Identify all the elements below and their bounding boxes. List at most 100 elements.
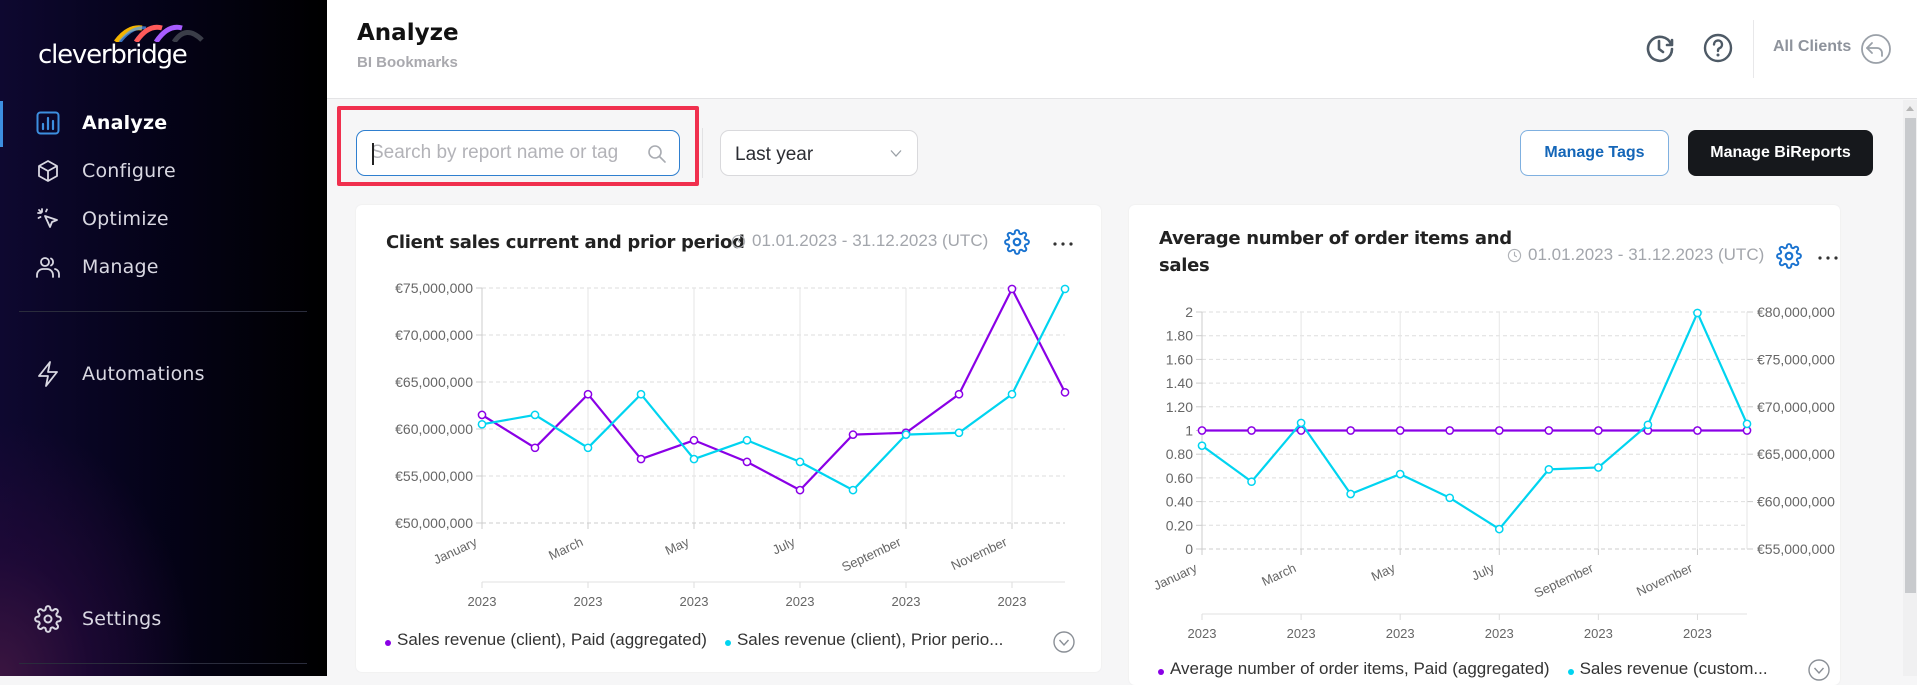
data-point [1247, 426, 1256, 435]
data-point [1494, 426, 1504, 435]
y-tick-label: €75,000,000 [395, 280, 473, 296]
y-tick-label: 0 [1185, 541, 1193, 557]
report-search-input[interactable] [356, 130, 680, 176]
y-tick-label: €50,000,000 [395, 515, 473, 531]
x-tick-label: March [1259, 560, 1298, 589]
data-point [1395, 469, 1405, 479]
page-title: Analyze [357, 20, 459, 46]
legend-item-prior[interactable]: Sales revenue (client), Prior perio... [724, 630, 1003, 650]
legend-expand-chevron-icon[interactable] [1053, 631, 1075, 653]
manage-bireports-button[interactable]: Manage BiReports [1688, 130, 1873, 176]
y-tick-label: 1.80 [1166, 328, 1193, 344]
y-tick-label: 0.40 [1166, 494, 1193, 510]
y-tick-label: 0.20 [1166, 517, 1193, 533]
legend-label: Sales revenue (custom... [1579, 659, 1768, 678]
header-divider [1753, 20, 1754, 78]
search-icon[interactable] [647, 144, 667, 164]
search-input-field[interactable] [371, 139, 641, 167]
x-secondary-tick-label: 2023 [1188, 626, 1217, 641]
x-secondary-tick-label: 2023 [680, 594, 709, 609]
sidebar-item-label: Configure [82, 160, 176, 182]
cleverbridge-logo[interactable]: cleverbridge [38, 22, 204, 77]
legend-label: Average number of order items, Paid (agg… [1170, 659, 1550, 678]
data-point [1643, 420, 1653, 430]
period-select[interactable]: Last year [720, 130, 918, 176]
data-point [1007, 284, 1017, 294]
series-line-1 [1201, 310, 1749, 531]
chart-legend: Average number of order items, Paid (agg… [1158, 659, 1786, 679]
data-point [1395, 426, 1405, 435]
chart-avg-order-items: 0 0.20 0.40 0.60 0.80 1 1.20 1.40 1.60 1.80 2 €55,0… [1151, 304, 1835, 641]
x-secondary-tick-label: 2023 [1386, 626, 1415, 641]
x-secondary-tick-label: 2023 [892, 594, 921, 609]
y-tick-label: €60,000,000 [395, 421, 473, 437]
sidebar-item-configure[interactable]: Configure [34, 155, 176, 187]
y-tick-label: 1.20 [1166, 399, 1193, 415]
legend-expand-chevron-icon[interactable] [1808, 659, 1830, 681]
legend-item-avg-items[interactable]: Average number of order items, Paid (agg… [1158, 659, 1550, 679]
page-header: Analyze BI Bookmarks All Clients [327, 0, 1917, 99]
sidebar-item-label: Optimize [82, 208, 169, 230]
sidebar-item-label: Analyze [82, 112, 168, 134]
x-secondary-tick-label: 2023 [574, 594, 603, 609]
x-tick-label: March [546, 534, 585, 563]
sidebar-item-automations[interactable]: Automations [34, 358, 205, 390]
x-secondary-tick-label: 2023 [998, 594, 1027, 609]
y-tick-label: 1.60 [1166, 351, 1193, 367]
data-point [1494, 524, 1504, 534]
sidebar-item-manage[interactable]: Manage [34, 251, 159, 283]
data-point [1346, 426, 1355, 435]
history-icon[interactable] [1643, 31, 1677, 65]
data-point [742, 457, 752, 467]
data-point [530, 443, 540, 453]
return-icon[interactable] [1859, 32, 1893, 66]
x-secondary-tick-label: 2023 [1287, 626, 1316, 641]
data-point [1594, 426, 1603, 435]
data-point [1544, 426, 1554, 435]
x-secondary-tick-label: 2023 [1584, 626, 1613, 641]
y-tick-label: 1 [1185, 423, 1193, 439]
series-line-0 [481, 286, 1066, 492]
data-point [689, 454, 699, 464]
chart-legend: Sales revenue (client), Paid (aggregated… [385, 630, 1021, 650]
scrollbar-thumb[interactable] [1905, 118, 1916, 593]
x-tick-label: July [770, 534, 798, 558]
scroll-up-arrow-icon[interactable] [1906, 106, 1914, 111]
manage-tags-button[interactable]: Manage Tags [1520, 130, 1669, 176]
x-tick-label: May [1369, 560, 1398, 584]
legend-item-sales-revenue[interactable]: Sales revenue (custom... [1567, 659, 1768, 679]
legend-item-paid[interactable]: Sales revenue (client), Paid (aggregated… [385, 630, 707, 650]
data-point [1445, 493, 1455, 503]
page-scrollbar[interactable] [1903, 100, 1917, 676]
data-point [1197, 441, 1207, 451]
sidebar-divider [19, 311, 307, 312]
data-point [795, 457, 805, 467]
x-tick-label: September [839, 534, 904, 575]
data-point [636, 454, 646, 464]
sidebar-item-settings[interactable]: Settings [34, 603, 162, 635]
x-tick-label: January [1151, 560, 1200, 593]
report-card-client-sales: Client sales current and prior period 01… [356, 205, 1101, 672]
data-point [1445, 426, 1455, 435]
y-tick-label: 1.40 [1166, 375, 1193, 391]
data-point [1544, 465, 1554, 474]
data-point [1346, 489, 1355, 499]
x-secondary-tick-label: 2023 [468, 594, 497, 609]
all-clients-link[interactable]: All Clients [1773, 38, 1851, 56]
help-icon[interactable] [1701, 31, 1735, 65]
x-secondary-tick-label: 2023 [1683, 626, 1712, 641]
x-secondary-tick-label: 2023 [786, 594, 815, 609]
sidebar-item-label: Automations [82, 363, 205, 385]
report-card-avg-order-items: Average number of order items and sales … [1129, 205, 1840, 685]
sidebar-item-analyze[interactable]: Analyze [34, 107, 167, 139]
gear-icon [34, 605, 62, 633]
toolbar-divider [702, 128, 703, 178]
data-point [1296, 418, 1306, 428]
sidebar-item-optimize[interactable]: Optimize [34, 203, 169, 235]
legend-dot [1567, 669, 1574, 675]
x-tick-label: November [1634, 560, 1695, 599]
bar-chart-icon [34, 109, 62, 137]
text-caret [372, 143, 374, 165]
data-point [1742, 419, 1752, 429]
legend-dot [385, 640, 391, 646]
